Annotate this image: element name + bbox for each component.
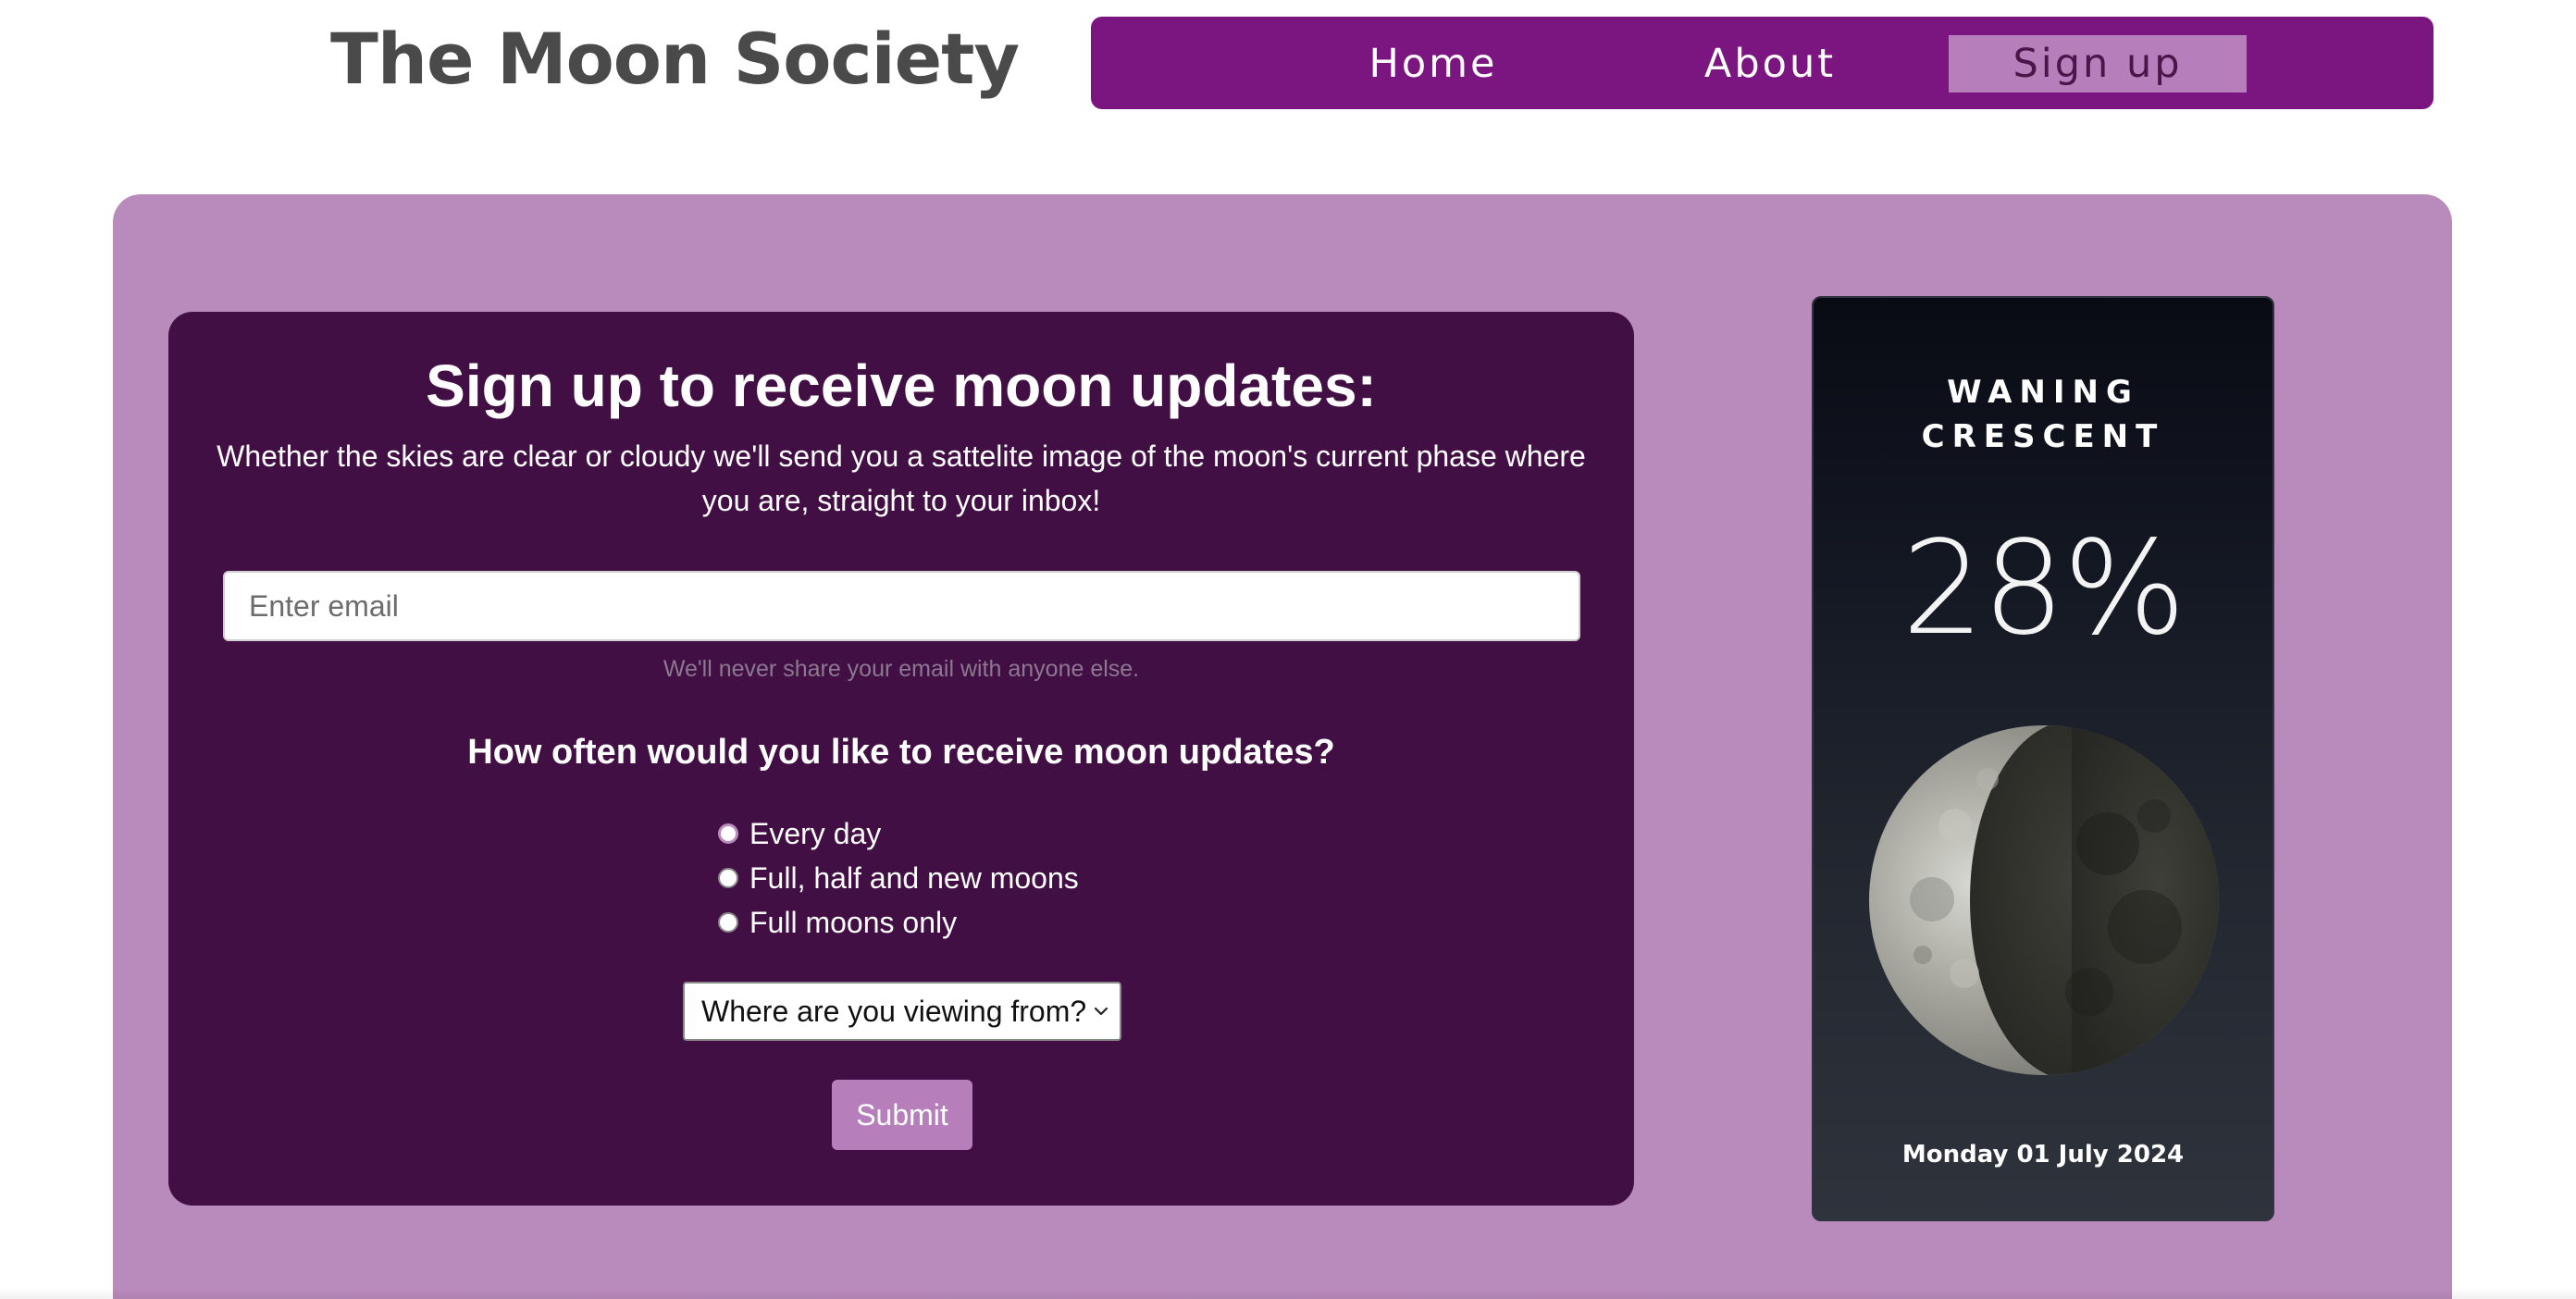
moon-date: Monday 01 July 2024 [1901,1141,2185,1169]
moon-phase-line1: WANING [1947,374,2139,411]
radio-label[interactable]: Full moons only [749,900,957,945]
nav-link-signup[interactable]: Sign up [1949,35,2247,93]
location-select[interactable]: Where are you viewing from? [683,982,1121,1041]
location-select-value: Where are you viewing from? [701,994,1087,1028]
radio-option-full-moons[interactable]: Full moons only [718,900,1079,945]
radio-option-phases[interactable]: Full, half and new moons [718,856,1079,900]
site-title: The Moon Society [330,18,1020,100]
frequency-radio-group: Every day Full, half and new moons Full … [718,811,1079,945]
radio-label[interactable]: Every day [749,811,881,856]
submit-button[interactable]: Submit [832,1080,972,1150]
signup-form-card: Sign up to receive moon updates: Whether… [168,312,1634,1206]
form-description: Whether the skies are clear or cloudy we… [217,439,1586,517]
waning-crescent-moon-icon [1869,725,2219,1075]
radio-button[interactable] [718,912,738,933]
radio-button[interactable] [718,868,738,888]
chevron-down-icon [1094,1007,1108,1016]
nav-link-about[interactable]: About [1670,35,1870,93]
email-input[interactable] [223,571,1580,641]
bottom-edge-shadow [0,1288,2576,1299]
email-help-text: We'll never share your email with anyone… [663,656,1140,682]
radio-option-every-day[interactable]: Every day [718,811,1079,856]
moon-phase-line2: CRESCENT [1921,418,2165,455]
radio-button-checked[interactable] [718,823,738,844]
moon-illumination-percent: 28% [1901,513,2186,664]
frequency-question: How often would you like to receive moon… [467,733,1335,772]
moon-phase-name: WANING CRESCENT [1814,370,2273,459]
form-heading: Sign up to receive moon updates: [426,353,1377,419]
nav-link-home[interactable]: Home [1333,35,1533,93]
main-navbar: Home About Sign up [1091,17,2434,109]
radio-label[interactable]: Full, half and new moons [749,856,1079,900]
moon-phase-widget: WANING CRESCENT 28% Monday 01 July 2024 [1812,296,2274,1221]
